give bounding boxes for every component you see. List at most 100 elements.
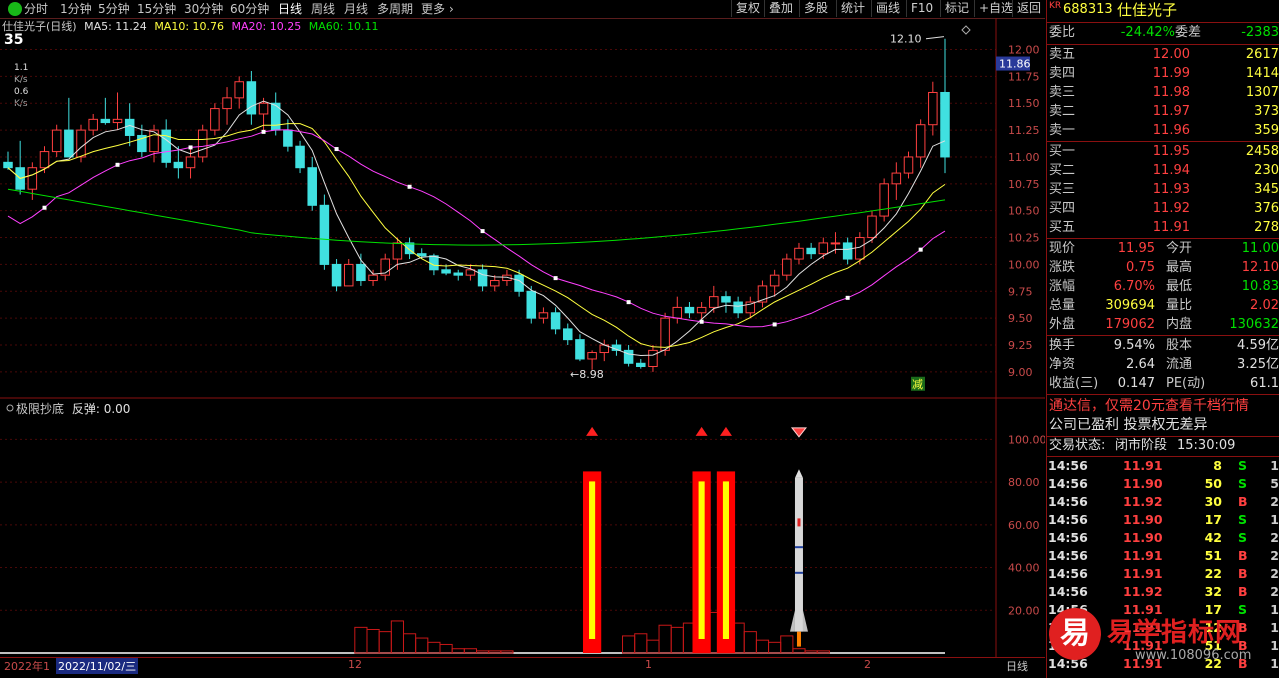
ma20-dot xyxy=(115,162,120,167)
quote-value: 309694 xyxy=(1105,298,1155,313)
candle-body xyxy=(563,328,573,341)
watermark-logo: 易 xyxy=(1049,608,1101,660)
fund-value: 0.147 xyxy=(1117,376,1155,391)
trade-row: 14:56 11.91 8 S 1 xyxy=(1047,457,1279,475)
trade-count: 5 xyxy=(1270,476,1279,491)
weibi-row: 委比 -24.42% 委差 -2383 xyxy=(1047,24,1279,42)
sell-volume: 2617 xyxy=(1245,47,1279,62)
trade-volume: 32 xyxy=(1204,584,1222,599)
chevron-right-icon[interactable]: › xyxy=(449,1,454,17)
ma20-dot xyxy=(480,229,485,234)
fund-label: 净资 xyxy=(1049,357,1076,372)
price-axis-label: 9.00 xyxy=(1008,366,1033,379)
toolbar-button-5[interactable]: F10 xyxy=(906,0,937,17)
candle-body xyxy=(526,290,537,319)
toolbar-button-8[interactable]: 返回 xyxy=(1012,0,1045,17)
toolbar-button-6[interactable]: 标记 xyxy=(940,0,973,17)
sell-label: 卖一 xyxy=(1049,123,1076,138)
quote-label: 现价 xyxy=(1049,241,1076,256)
sell-label: 卖五 xyxy=(1049,47,1076,62)
histogram-bar xyxy=(427,641,441,654)
sell-row: 卖一 11.96 359 xyxy=(1047,122,1279,140)
candle-body xyxy=(319,204,330,265)
fundamental-row: 换手 9.54% 股本 4.59亿 xyxy=(1047,337,1279,355)
trade-count: 2 xyxy=(1270,584,1279,599)
stock-name: 仕佳光子 xyxy=(1117,1,1178,19)
period-tab-3[interactable]: 15分钟 xyxy=(137,1,176,17)
indicator-axis-label: 100.00 xyxy=(1008,433,1045,446)
indicator-axis-label: 60.00 xyxy=(1008,519,1040,532)
candle-body xyxy=(867,215,877,239)
period-tab-9[interactable]: 多周期 xyxy=(377,1,413,17)
sell-volume: 1307 xyxy=(1245,85,1279,100)
period-tab-4[interactable]: 30分钟 xyxy=(184,1,223,17)
ma20-line xyxy=(7,129,946,328)
buy-volume: 376 xyxy=(1254,201,1279,216)
cursor-date: 2022/11/02/三 xyxy=(56,658,139,674)
status-time: 15:30:09 xyxy=(1177,438,1236,453)
period-toolbar: 分时 1分钟 5分钟 15分钟 30分钟 60分钟 日线 周线 月线 多周期 更多 › 复权 叠加 多股统… xyxy=(0,0,1045,19)
date-axis: 2022年1 2022/11/02/三 12 1 2 日线 xyxy=(0,657,1045,674)
toolbar-button-1[interactable]: 叠加 xyxy=(764,0,797,17)
trade-count: 2 xyxy=(1270,548,1279,563)
diamond-outline-icon xyxy=(961,25,971,35)
indicator-sub: 反弹: 0.00 xyxy=(71,402,131,416)
sell-price: 11.97 xyxy=(1152,104,1190,119)
period-tab-6[interactable]: 日线 xyxy=(278,1,302,17)
toolbar-button-4[interactable]: 画线 xyxy=(871,0,904,17)
candle-body xyxy=(161,129,171,163)
period-tab-2[interactable]: 5分钟 xyxy=(98,1,130,17)
rocket-part xyxy=(794,571,803,574)
buy-label: 买三 xyxy=(1049,182,1076,197)
fund-value: 2.64 xyxy=(1126,357,1155,372)
weibi-value: -24.42% xyxy=(1120,25,1175,40)
candle-body xyxy=(806,247,816,255)
watermark-url: www.108096.com xyxy=(1135,648,1252,663)
month-label-2: 2 xyxy=(864,658,871,671)
quote-value-2: 130632 xyxy=(1229,317,1279,332)
buy-volume: 278 xyxy=(1254,220,1279,235)
ma20-dot xyxy=(188,145,193,150)
trade-volume: 22 xyxy=(1204,566,1222,581)
fund-value-2: 4.59亿 xyxy=(1237,338,1279,353)
signal-up-arrow xyxy=(719,426,732,436)
trade-volume: 30 xyxy=(1204,494,1222,509)
trade-count: 1 xyxy=(1270,638,1279,653)
period-tab-10[interactable]: 更多 xyxy=(421,1,445,17)
quote-panel: KR 688313 仕佳光子 委比 -24.42% 委差 -2383 卖五 12.… xyxy=(1046,0,1279,678)
period-tab-1[interactable]: 1分钟 xyxy=(60,1,92,17)
candle-body xyxy=(210,108,220,131)
price-axis-label: 9.25 xyxy=(1008,339,1033,352)
candle-body xyxy=(343,263,354,287)
candle-body xyxy=(940,91,950,158)
toolbar-button-0[interactable]: 复权 xyxy=(731,0,764,17)
notice-upgrade[interactable]: 通达信，仅需20元查看千档行情 xyxy=(1047,397,1279,415)
quote-value-2: 12.10 xyxy=(1241,260,1279,275)
sell-row: 卖三 11.98 1307 xyxy=(1047,84,1279,102)
candle-body xyxy=(234,81,244,99)
histogram-bar xyxy=(622,635,636,654)
trade-side: S xyxy=(1238,458,1248,473)
histogram-bar xyxy=(488,650,502,654)
toolbar-button-2[interactable]: 多股 xyxy=(799,0,832,17)
trade-row: 14:56 11.92 32 B 2 xyxy=(1047,583,1279,601)
toolbar-button-3[interactable]: 统计 xyxy=(836,0,869,17)
trade-count: 1 xyxy=(1270,512,1279,527)
sell-price: 11.99 xyxy=(1152,66,1190,81)
period-tab-5[interactable]: 60分钟 xyxy=(230,1,269,17)
kline-chart[interactable]: 12.00 11.75 11.50 11.25 11.00 10.75 10.50 10.25… xyxy=(0,18,1045,658)
period-tab-8[interactable]: 月线 xyxy=(344,1,368,17)
toolbar-button-7[interactable]: +自选 xyxy=(974,0,1017,17)
candle-body xyxy=(185,156,196,169)
signal-bar-core xyxy=(589,481,596,639)
buy-label: 买五 xyxy=(1049,220,1076,235)
period-tab-0[interactable]: 分时 xyxy=(24,1,48,17)
signal-bar-core xyxy=(698,481,705,639)
trade-price: 11.90 xyxy=(1123,476,1163,491)
ma20-dot xyxy=(699,319,704,324)
period-label[interactable]: 日线 xyxy=(1006,658,1028,674)
sell-volume: 373 xyxy=(1254,104,1279,119)
price-axis-label: 9.50 xyxy=(1008,312,1033,325)
fund-label: 收益(三) xyxy=(1049,376,1099,391)
period-tab-7[interactable]: 周线 xyxy=(311,1,335,17)
